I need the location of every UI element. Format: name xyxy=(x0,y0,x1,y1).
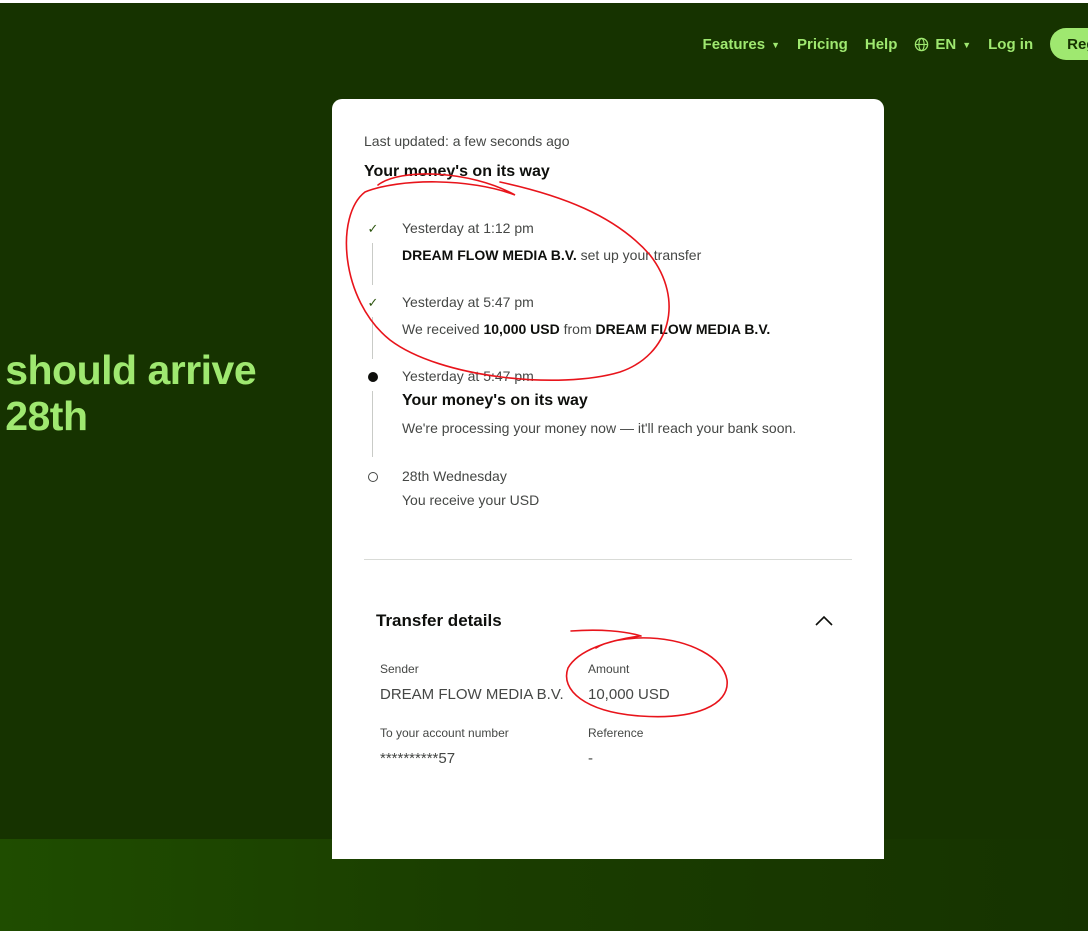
account-number-value: **********57 xyxy=(380,750,456,767)
register-button[interactable]: Regis xyxy=(1050,28,1088,60)
transfer-status-card: Last updated: a few seconds ago Your mon… xyxy=(332,99,884,859)
login-label: Log in xyxy=(988,35,1034,53)
hero-line-1: y should arrive xyxy=(0,347,257,393)
transfer-details-heading: Transfer details xyxy=(376,611,502,630)
timeline-step-setup: ✓ Yesterday at 1:12 pm DREAM FLOW MEDIA … xyxy=(362,219,862,293)
account-number-label: To your account number xyxy=(380,726,509,740)
timeline-date: Yesterday at 1:12 pm xyxy=(402,220,534,236)
sender-field: Sender DREAM FLOW MEDIA B.V. xyxy=(380,662,564,704)
timeline-description: We received 10,000 USD from DREAM FLOW M… xyxy=(402,320,862,338)
status-heading: Your money's on its way xyxy=(364,163,550,180)
globe-icon xyxy=(915,37,929,51)
timeline-date: Yesterday at 5:47 pm xyxy=(402,368,534,384)
nav-help[interactable]: Help xyxy=(865,36,898,53)
amount-value: 10,000 USD xyxy=(588,686,670,703)
desc-mid: from xyxy=(559,321,596,337)
nav-pricing-label: Pricing xyxy=(797,35,848,53)
amount-label: Amount xyxy=(588,662,630,676)
last-updated-text: Last updated: a few seconds ago xyxy=(364,133,570,149)
timeline-connector xyxy=(372,391,373,457)
timeline-date: 28th Wednesday xyxy=(402,468,507,484)
timeline-step-received: ✓ Yesterday at 5:47 pm We received 10,00… xyxy=(362,293,862,367)
page-background: Features ▼ Pricing Help EN ▼ Log in Regi… xyxy=(0,3,1088,931)
login-link[interactable]: Log in xyxy=(988,36,1033,53)
sender-name: DREAM FLOW MEDIA B.V. xyxy=(402,247,577,263)
timeline-connector xyxy=(372,243,373,285)
transfer-timeline: ✓ Yesterday at 1:12 pm DREAM FLOW MEDIA … xyxy=(362,219,862,527)
account-number-field: To your account number **********57 xyxy=(380,726,509,768)
received-amount: 10,000 USD xyxy=(483,321,560,337)
timeline-description: DREAM FLOW MEDIA B.V. set up your transf… xyxy=(402,246,862,264)
amount-field: Amount 10,000 USD xyxy=(588,662,670,704)
chevron-down-icon: ▼ xyxy=(771,39,780,50)
language-selector[interactable]: EN ▼ xyxy=(914,36,971,53)
hero-heading: y should arrive y 28th xyxy=(0,347,257,439)
current-step-dot-icon xyxy=(365,369,381,385)
reference-field: Reference - xyxy=(588,726,643,768)
pending-step-circle-icon xyxy=(365,469,381,485)
timeline-connector xyxy=(372,317,373,359)
sender-name: DREAM FLOW MEDIA B.V. xyxy=(595,321,771,337)
hero-line-2: y 28th xyxy=(0,393,88,439)
chevron-up-icon[interactable] xyxy=(814,612,834,628)
nav-features-label: Features xyxy=(702,35,766,53)
divider xyxy=(364,559,852,560)
sender-value: DREAM FLOW MEDIA B.V. xyxy=(380,686,564,703)
reference-value: - xyxy=(588,750,593,767)
timeline-description: We're processing your money now — it'll … xyxy=(402,420,797,436)
timeline-title: Your money's on its way xyxy=(402,392,588,409)
sender-label: Sender xyxy=(380,662,419,676)
top-nav: Features ▼ Pricing Help EN ▼ Log in Regi… xyxy=(703,28,1088,60)
check-icon: ✓ xyxy=(367,221,379,236)
timeline-description-rest: set up your transfer xyxy=(576,247,702,263)
timeline-description: You receive your USD xyxy=(402,492,540,508)
register-label: Regis xyxy=(1067,35,1088,53)
chevron-down-icon: ▼ xyxy=(962,39,972,50)
desc-pre: We received xyxy=(402,321,484,337)
check-icon: ✓ xyxy=(367,295,379,310)
nav-help-label: Help xyxy=(864,35,898,53)
timeline-step-receive: 28th Wednesday You receive your USD xyxy=(362,467,862,527)
language-label: EN xyxy=(935,35,957,53)
timeline-step-processing: Yesterday at 5:47 pm Your money's on its… xyxy=(362,367,862,467)
nav-features[interactable]: Features ▼ xyxy=(703,36,780,53)
nav-pricing[interactable]: Pricing xyxy=(797,36,848,53)
reference-label: Reference xyxy=(588,726,644,740)
timeline-date: Yesterday at 5:47 pm xyxy=(402,294,534,310)
